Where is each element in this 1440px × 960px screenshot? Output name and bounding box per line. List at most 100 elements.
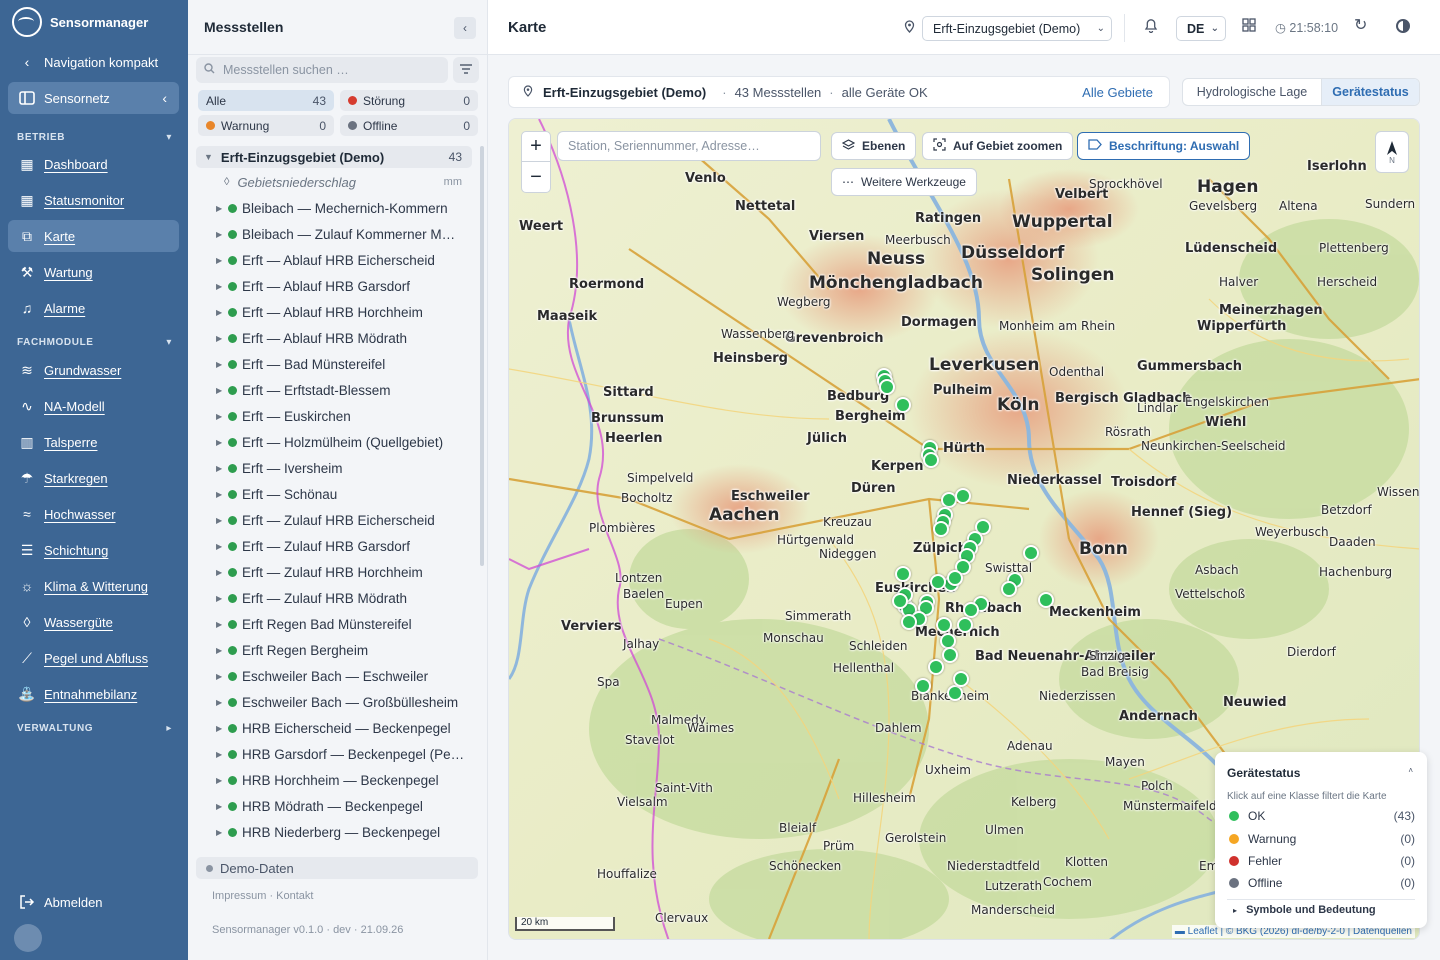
station-list-item[interactable]: ▶ HRB Niederberg — Beckenpegel <box>196 819 468 845</box>
station-list-item[interactable]: ▶ Bleibach — Mechernich-Kommern <box>196 195 468 221</box>
navigation-compact-toggle[interactable]: ‹ Navigation kompakt <box>8 46 179 78</box>
logout-button[interactable]: Abmelden <box>8 886 179 918</box>
more-tools-button[interactable]: ⋯ Weitere Werkzeuge <box>831 168 977 196</box>
area-tree-node[interactable]: ▼ Erft-Einzugsgebiet (Demo) 43 <box>196 146 472 168</box>
station-marker[interactable] <box>957 617 973 633</box>
station-marker[interactable] <box>1023 545 1039 561</box>
station-marker[interactable] <box>901 614 917 630</box>
station-marker[interactable] <box>895 566 911 582</box>
station-marker[interactable] <box>895 397 911 413</box>
station-list-item[interactable]: ▶ Eschweiler Bach — Eschweiler <box>196 663 468 689</box>
station-list-item[interactable]: ▶ Erft — Ablauf HRB Eicherscheid <box>196 247 468 273</box>
sensornetz-selector[interactable]: Sensornetz ‹ <box>8 82 179 114</box>
station-marker[interactable] <box>955 488 971 504</box>
zoom-in-button[interactable]: + <box>522 132 550 162</box>
map-search-input[interactable]: Station, Seriennummer, Adresse… <box>557 131 821 161</box>
station-list-item[interactable]: ▶ Erft Regen Bad Münstereifel <box>196 611 468 637</box>
station-marker[interactable] <box>915 678 931 694</box>
station-marker[interactable] <box>936 617 952 633</box>
station-marker[interactable] <box>1001 581 1017 597</box>
filter-chip-warnung[interactable]: Warnung 0 <box>198 115 334 136</box>
station-list-item[interactable]: ▶ Erft — Holzmülheim (Quellgebiet) <box>196 429 468 455</box>
station-list-item[interactable]: ▶ Erft — Ablauf HRB Horchheim <box>196 299 468 325</box>
legend-item-ok[interactable]: OK (43) <box>1229 806 1415 826</box>
collapse-legend-icon[interactable]: ˄ <box>1408 766 1413 775</box>
collapse-panel-button[interactable]: ‹ <box>454 17 476 39</box>
north-arrow[interactable]: N <box>1375 131 1409 173</box>
refresh-icon[interactable]: ↻ <box>1354 15 1367 35</box>
station-marker[interactable] <box>947 570 963 586</box>
legend-symbols-link[interactable]: ▸ Symbole und Bedeutung <box>1233 904 1376 916</box>
section-fachmodule-header[interactable]: FACHMODULE ▾ <box>17 337 172 348</box>
station-marker[interactable] <box>879 379 895 395</box>
section-betrieb-header[interactable]: BETRIEB ▾ <box>17 132 172 143</box>
section-verwaltung-header[interactable]: VERWALTUNG ▸ <box>17 723 172 734</box>
station-list-item[interactable]: ▶ HRB Eicherscheid — Beckenpegel <box>196 715 468 741</box>
station-list-item[interactable]: ▶ HRB Mödrath — Beckenpegel <box>196 793 468 819</box>
station-list-item[interactable]: ▶ Erft — Schönau <box>196 481 468 507</box>
area-select[interactable]: Erft-Einzugsgebiet (Demo) ⌄ <box>922 16 1112 41</box>
zoom-to-area-button[interactable]: Auf Gebiet zoomen <box>922 132 1074 160</box>
apps-grid-icon[interactable] <box>1242 18 1256 35</box>
sidebar-item-alarme[interactable]: ♫ Alarme <box>8 292 179 324</box>
station-marker[interactable] <box>930 574 946 590</box>
filter-chip-offline[interactable]: Offline 0 <box>340 115 478 136</box>
zoom-out-button[interactable]: − <box>522 162 550 192</box>
station-list-item[interactable]: ▶ HRB Horchheim — Beckenpegel <box>196 767 468 793</box>
station-list-item[interactable]: ▶ Erft Regen Bergheim <box>196 637 468 663</box>
sidebar-item-grundwasser[interactable]: ≋ Grundwasser <box>8 354 179 386</box>
legend-item-warnung[interactable]: Warnung (0) <box>1229 829 1415 849</box>
scrollbar[interactable] <box>480 146 484 566</box>
legend-item-offline[interactable]: Offline (0) <box>1229 873 1415 893</box>
station-marker[interactable] <box>933 521 949 537</box>
station-list-item[interactable]: ▶ Erft — Ablauf HRB Mödrath <box>196 325 468 351</box>
sidebar-item-starkregen[interactable]: ☂ Starkregen <box>8 462 179 494</box>
footer-links[interactable]: Impressum · Kontakt <box>212 890 313 902</box>
station-marker[interactable] <box>1038 592 1054 608</box>
sidebar-item-talsperre[interactable]: ▥ Talsperre <box>8 426 179 458</box>
filter-chip-all[interactable]: Alle 43 <box>198 90 334 111</box>
tab-geraetestatus[interactable]: Gerätestatus <box>1321 79 1419 105</box>
brand[interactable]: Sensormanager <box>12 7 148 37</box>
sidebar-item-dashboard[interactable]: ▦ Dashboard <box>8 148 179 180</box>
station-list-item[interactable]: ▶ HRB Garsdorf — Beckenpegel (Pe… <box>196 741 468 767</box>
sidebar-item-pegel-und-abfluss[interactable]: ⟋ Pegel und Abfluss <box>8 642 179 674</box>
sidebar-item-entnahmebilanz[interactable]: ⛲ Entnahmebilanz <box>8 678 179 710</box>
station-list-item[interactable]: ▶ Erft — Bad Münstereifel <box>196 351 468 377</box>
station-list-item[interactable]: ▶ Eschweiler Bach — Großbüllesheim <box>196 689 468 715</box>
filter-chip-stoerung[interactable]: Störung 0 <box>340 90 478 111</box>
station-list-item[interactable]: ▶ Erft — Zulauf HRB Eicherscheid <box>196 507 468 533</box>
station-marker[interactable] <box>923 452 939 468</box>
station-marker[interactable] <box>953 671 969 687</box>
theme-toggle-icon[interactable] <box>1396 19 1410 33</box>
sidebar-item-klima-witterung[interactable]: ☼ Klima & Witterung <box>8 570 179 602</box>
station-list-item[interactable]: ▶ Erft — Iversheim <box>196 455 468 481</box>
area-rain-node[interactable]: ◊ Gebietsniederschlag mm <box>196 171 472 193</box>
station-search-input[interactable]: Messstellen suchen … <box>196 57 448 83</box>
sidebar-item-wartung[interactable]: ⚒ Wartung <box>8 256 179 288</box>
station-list-item[interactable]: ▶ Erft — Zulauf HRB Garsdorf <box>196 533 468 559</box>
tab-hydrologische-lage[interactable]: Hydrologische Lage <box>1183 79 1321 105</box>
sidebar-item-na-modell[interactable]: ∿ NA-Modell <box>8 390 179 422</box>
bell-icon[interactable] <box>1144 17 1158 37</box>
sidebar-item-wassergüte[interactable]: ◊ Wassergüte <box>8 606 179 638</box>
station-list-item[interactable]: ▶ Erft — Euskirchen <box>196 403 468 429</box>
station-marker[interactable] <box>928 659 944 675</box>
avatar[interactable] <box>14 924 42 952</box>
station-marker[interactable] <box>963 602 979 618</box>
layers-button[interactable]: Ebenen <box>831 132 917 160</box>
sidebar-item-schichtung[interactable]: ☰ Schichtung <box>8 534 179 566</box>
sidebar-item-karte[interactable]: ⧉ Karte <box>8 220 179 252</box>
sidebar-item-hochwasser[interactable]: ≈ Hochwasser <box>8 498 179 530</box>
station-list-item[interactable]: ▶ Erft — Ablauf HRB Garsdorf <box>196 273 468 299</box>
filter-button[interactable] <box>453 57 479 83</box>
sidebar-item-statusmonitor[interactable]: ▦ Statusmonitor <box>8 184 179 216</box>
station-list-item[interactable]: ▶ Erft — Erftstadt-Blessem <box>196 377 468 403</box>
legend-item-fehler[interactable]: Fehler (0) <box>1229 851 1415 871</box>
label-mode-button[interactable]: Beschriftung: Auswahl <box>1077 132 1251 160</box>
station-list-item[interactable]: ▶ Erft — Zulauf HRB Horchheim <box>196 559 468 585</box>
station-list-item[interactable]: ▶ Erft — Zulauf HRB Mödrath <box>196 585 468 611</box>
station-marker[interactable] <box>942 647 958 663</box>
station-marker[interactable] <box>947 685 963 701</box>
all-areas-link[interactable]: Alle Gebiete <box>1082 85 1153 100</box>
